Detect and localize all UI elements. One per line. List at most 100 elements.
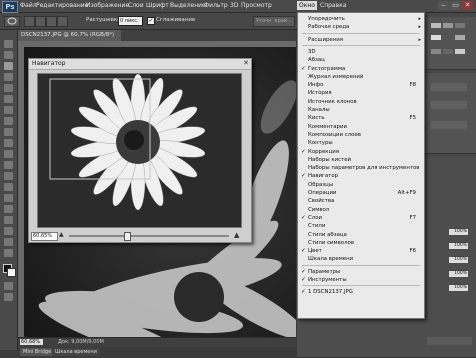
menu-type[interactable]: Шрифт [146, 2, 169, 9]
window-menu-item[interactable]: ✓ Гистограмма [298, 65, 424, 73]
window-menu-item[interactable]: История [298, 89, 424, 97]
path-select-tool-icon[interactable] [4, 216, 13, 224]
zoom-out-icon[interactable]: ▲ [59, 231, 64, 238]
minimize-button[interactable]: ‒ [438, 1, 449, 10]
window-menu-item[interactable]: Свойства [298, 197, 424, 205]
color-swatch[interactable] [455, 49, 465, 54]
menu-view[interactable]: Просмотр [241, 2, 272, 9]
quick-select-tool-icon[interactable] [4, 73, 13, 81]
fill-value[interactable]: 100% [449, 243, 468, 249]
menu-select[interactable]: Выделение [170, 2, 206, 9]
window-menu-item[interactable]: Стили абзаца [298, 231, 424, 239]
window-menu-item[interactable]: Упорядочить ▸ [298, 15, 424, 23]
document-tab[interactable]: DSCN2137.JPG @ 60,7% (RGB/8*) [18, 30, 121, 41]
window-menu-item[interactable]: Кисть F5 [298, 114, 424, 122]
menu-file[interactable]: Файл [20, 2, 37, 9]
window-menu-item[interactable]: Контуры [298, 139, 424, 147]
window-menu-item[interactable]: ✓ Цвет F6 [298, 247, 424, 255]
crop-tool-icon[interactable] [4, 84, 13, 92]
new-selection-icon[interactable] [24, 16, 35, 27]
window-menu-item[interactable]: Источник клонов [298, 98, 424, 106]
shape-tool-icon[interactable] [4, 227, 13, 235]
window-menu-item[interactable]: Каналы [298, 106, 424, 114]
window-menu-item[interactable]: Журнал измерений [298, 73, 424, 81]
history-brush-tool-icon[interactable] [4, 139, 13, 147]
color-swatch[interactable] [455, 23, 465, 28]
blur-tool-icon[interactable] [4, 172, 13, 180]
window-menu-item[interactable]: Абзац [298, 56, 424, 64]
color-swatch[interactable] [443, 35, 453, 40]
menu-filter[interactable]: Фильтр [204, 2, 228, 9]
marquee-tool-icon[interactable] [4, 51, 13, 59]
subtract-selection-icon[interactable] [46, 16, 57, 27]
layer-actions-bar[interactable] [427, 337, 472, 345]
eraser-tool-icon[interactable] [4, 150, 13, 158]
menu-window[interactable]: Окно [297, 1, 317, 10]
window-menu-item[interactable]: Стили символов [298, 239, 424, 247]
navigator-zoom-slider-handle[interactable] [124, 232, 131, 241]
background-color-swatch[interactable] [7, 268, 16, 277]
dodge-tool-icon[interactable] [4, 183, 13, 191]
window-menu-item[interactable]: Инфо F8 [298, 81, 424, 89]
color-swatch[interactable] [455, 35, 465, 40]
window-menu-item[interactable]: 3D [298, 48, 424, 56]
menu-edit[interactable]: Редактирование [36, 2, 88, 9]
intersect-selection-icon[interactable] [57, 16, 68, 27]
window-menu-item[interactable]: Операции Alt+F9 [298, 189, 424, 197]
add-selection-icon[interactable] [35, 16, 46, 27]
zoom-tool-icon[interactable] [4, 249, 13, 257]
feather-input[interactable]: 0 пикс. [118, 16, 143, 26]
menu-image[interactable]: Изображение [86, 2, 129, 9]
antialias-checkbox[interactable]: ✓ [147, 17, 155, 25]
brush-tool-icon[interactable] [4, 117, 13, 125]
window-menu-item[interactable]: Наборы параметров для инструментов [298, 164, 424, 172]
color-swatch[interactable] [443, 49, 453, 54]
menu-3d[interactable]: 3D [230, 2, 238, 9]
screen-mode-icon[interactable] [4, 293, 13, 301]
window-menu-item[interactable]: Рабочая среда ▸ [298, 23, 424, 31]
window-menu-item[interactable]: Стили [298, 222, 424, 230]
maximize-button[interactable]: ▭ [450, 1, 461, 10]
window-menu-item[interactable]: Композиции слоев [298, 131, 424, 139]
navigator-zoom-input[interactable]: 60,65% [31, 232, 58, 241]
quick-mask-icon[interactable] [4, 282, 13, 290]
color-swatch[interactable] [431, 35, 441, 40]
window-menu-item[interactable]: Наборы кистей [298, 156, 424, 164]
opacity-value[interactable]: 100% [449, 229, 468, 235]
zoom-in-icon[interactable]: ▲ [234, 231, 239, 239]
window-menu-item[interactable]: Символ [298, 206, 424, 214]
pen-tool-icon[interactable] [4, 194, 13, 202]
status-zoom-input[interactable]: 60,68% [20, 339, 43, 345]
move-tool-icon[interactable] [4, 40, 13, 48]
opacity-value[interactable]: 100% [449, 271, 468, 277]
color-swatch[interactable] [443, 23, 453, 28]
opacity-value[interactable]: 100% [449, 257, 468, 263]
refine-edge-button[interactable]: Уточн. край... [253, 16, 295, 27]
menu-layers[interactable]: Слои [128, 2, 144, 9]
type-tool-icon[interactable] [4, 205, 13, 213]
healing-tool-icon[interactable] [4, 106, 13, 114]
adjustment-row[interactable] [431, 83, 467, 91]
navigator-header[interactable]: Навигатор ✕ [29, 59, 251, 70]
close-button[interactable]: ✕ [462, 1, 473, 10]
close-icon[interactable]: ✕ [243, 59, 249, 67]
eyedropper-tool-icon[interactable] [4, 95, 13, 103]
window-menu-item[interactable]: ✓ Слои F7 [298, 214, 424, 222]
menu-help[interactable]: Справка [320, 2, 346, 9]
navigator-preview[interactable] [37, 73, 242, 228]
window-menu-item[interactable]: Расширения ▸ [298, 36, 424, 44]
lasso-tool-icon[interactable] [4, 62, 13, 70]
stamp-tool-icon[interactable] [4, 128, 13, 136]
adjustment-row[interactable] [431, 101, 467, 109]
tab-mini-bridge[interactable]: Mini Bridge [20, 348, 55, 356]
lasso-preset-icon[interactable] [4, 16, 20, 27]
adjustment-row[interactable] [431, 121, 467, 129]
opacity-value[interactable]: 100% [449, 285, 468, 291]
tab-timeline[interactable]: Шкала времени [52, 348, 100, 356]
window-menu-item[interactable]: Комментарии [298, 123, 424, 131]
window-menu-item[interactable]: ✓ Навигатор [298, 172, 424, 180]
color-swatch[interactable] [431, 23, 441, 28]
window-menu-item[interactable]: ✓ 1 DSCN2137.JPG [298, 288, 424, 296]
navigator-zoom-slider[interactable] [69, 235, 229, 237]
window-menu-item[interactable]: Шкала времени [298, 255, 424, 263]
